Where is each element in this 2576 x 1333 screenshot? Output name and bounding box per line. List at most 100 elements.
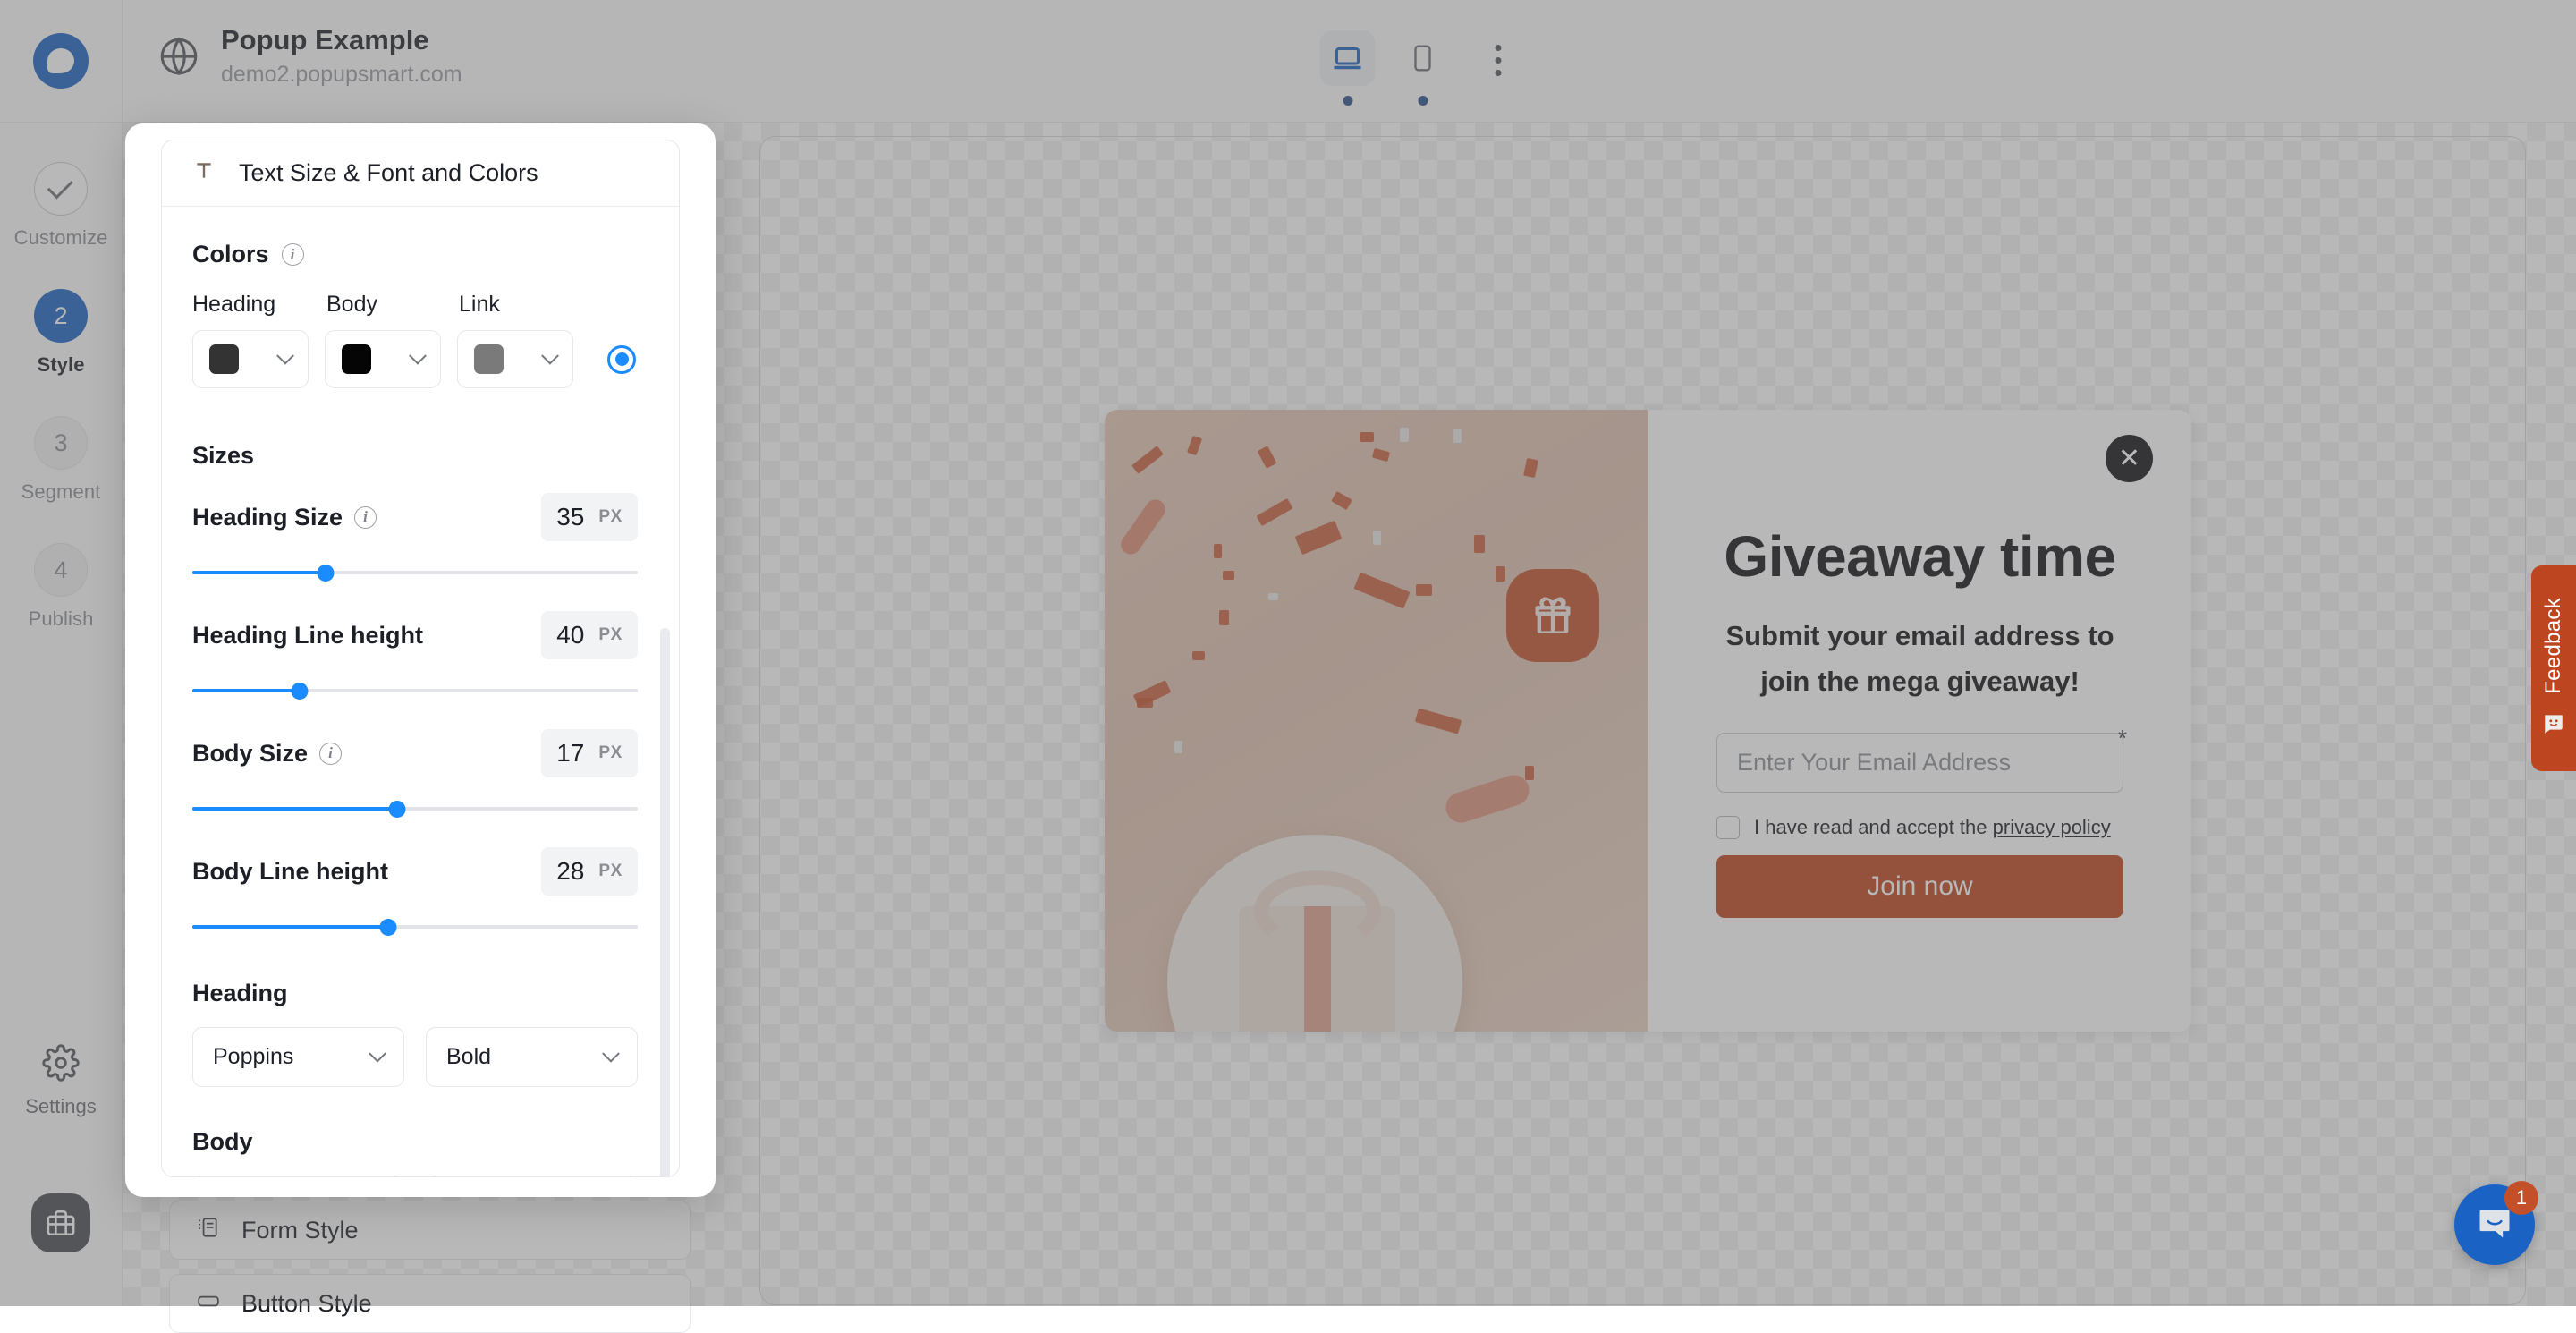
- color-swatch-heading: [209, 344, 239, 374]
- site-url: demo2.popupsmart.com: [221, 60, 462, 90]
- sidebar-settings-label: Settings: [25, 1095, 97, 1118]
- color-picker-heading[interactable]: [192, 330, 309, 388]
- size-unit: PX: [598, 507, 622, 527]
- sidebar-step-customize[interactable]: Customize: [0, 162, 122, 250]
- device-desktop[interactable]: [1320, 30, 1376, 106]
- consent-row: I have read and accept the privacy polic…: [1716, 816, 2123, 839]
- size-value: 17: [556, 739, 584, 768]
- globe-icon: [157, 34, 201, 79]
- device-mobile[interactable]: [1395, 30, 1451, 106]
- panel-body: Colors i Heading Body Link: [162, 207, 679, 1176]
- size-value: 28: [556, 857, 584, 886]
- color-pickers-row: [192, 330, 638, 388]
- colors-section-header: Colors i: [192, 241, 638, 268]
- heading-font-weight-select[interactable]: Bold: [426, 1027, 638, 1087]
- slider-heading-size[interactable]: [192, 561, 638, 584]
- sizes-label: Sizes: [192, 442, 254, 470]
- color-label-heading: Heading: [192, 292, 326, 318]
- size-label: Body Line height: [192, 858, 388, 886]
- gift-box-shape: [1239, 906, 1395, 1032]
- sidebar-step-style[interactable]: 2 Style: [0, 289, 122, 377]
- sizes-section-header: Sizes: [192, 442, 638, 470]
- color-mode-radio[interactable]: [607, 345, 636, 374]
- info-icon[interactable]: i: [282, 243, 304, 266]
- button-icon: [197, 1289, 220, 1319]
- color-picker-body[interactable]: [325, 330, 441, 388]
- text-format-icon: [192, 159, 216, 187]
- check-icon: [34, 162, 88, 216]
- required-indicator: *: [2118, 725, 2127, 752]
- size-row-heading-line-height: Heading Line height 40 PX: [192, 611, 638, 702]
- slider-heading-line-height[interactable]: [192, 679, 638, 702]
- size-unit: PX: [598, 862, 622, 881]
- popup-heading: Giveaway time: [1716, 523, 2123, 590]
- sidebar-step-publish[interactable]: 4 Publish: [0, 543, 122, 631]
- color-label-link: Link: [459, 292, 500, 318]
- color-picker-link[interactable]: [457, 330, 573, 388]
- site-info: Popup Example demo2.popupsmart.com: [157, 23, 462, 90]
- body-font-section-label: Body: [192, 1128, 638, 1156]
- heading-font-family-select[interactable]: Poppins: [192, 1027, 404, 1087]
- color-swatch-link: [474, 344, 504, 374]
- select-value: Bold: [446, 1044, 491, 1070]
- gear-icon: [42, 1044, 80, 1086]
- chevron-down-icon: [409, 346, 427, 364]
- popup-content-panel: ✕ Giveaway time Submit your email addres…: [1648, 410, 2191, 1032]
- gift-icon: [1506, 569, 1599, 662]
- popup-preview-card[interactable]: ✕ Giveaway time Submit your email addres…: [1105, 410, 2191, 1032]
- accordion-row-form-style[interactable]: Form Style: [169, 1201, 691, 1260]
- info-icon[interactable]: i: [319, 743, 342, 765]
- panel-title: Text Size & Font and Colors: [239, 159, 538, 187]
- sidebar-step-label: Style: [37, 353, 84, 377]
- app-logo[interactable]: [0, 0, 122, 123]
- feedback-tab[interactable]: Feedback: [2531, 565, 2576, 771]
- heading-font-row: Poppins Bold: [192, 1027, 638, 1087]
- size-row-body-line-height: Body Line height 28 PX: [192, 847, 638, 938]
- accordion-row-button-style[interactable]: Button Style: [169, 1274, 691, 1333]
- sidebar-step-label: Publish: [29, 607, 94, 631]
- privacy-policy-link[interactable]: privacy policy: [1993, 816, 2111, 838]
- step-badge: 3: [34, 416, 88, 470]
- feedback-label: Feedback: [2541, 598, 2566, 694]
- size-label: Heading Size: [192, 504, 343, 531]
- accordion-label: Button Style: [242, 1290, 372, 1318]
- info-icon[interactable]: i: [354, 506, 377, 529]
- sidebar-step-segment[interactable]: 3 Segment: [0, 416, 122, 504]
- popupsmart-logo-icon: [33, 33, 89, 89]
- mobile-icon: [1395, 30, 1451, 86]
- size-value-box[interactable]: 35 PX: [541, 493, 638, 541]
- size-value-box[interactable]: 17 PX: [541, 729, 638, 777]
- slider-body-line-height[interactable]: [192, 915, 638, 938]
- slider-body-size[interactable]: [192, 797, 638, 820]
- popup-image-panel: [1105, 410, 1648, 1032]
- sidebar-step-label: Customize: [14, 226, 108, 250]
- size-unit: PX: [598, 625, 622, 645]
- panel-header: Text Size & Font and Colors: [162, 140, 679, 207]
- close-icon[interactable]: ✕: [2106, 435, 2153, 482]
- kebab-menu-icon[interactable]: [1496, 45, 1502, 76]
- size-unit: PX: [598, 743, 622, 763]
- color-swatch-body: [342, 344, 371, 374]
- size-value-box[interactable]: 28 PX: [541, 847, 638, 896]
- briefcase-icon[interactable]: [31, 1193, 90, 1252]
- step-badge: 2: [34, 289, 88, 343]
- device-indicator-dot: [1343, 96, 1352, 106]
- email-input[interactable]: [1716, 733, 2123, 793]
- consent-checkbox[interactable]: [1716, 816, 1740, 839]
- step-badge: 4: [34, 543, 88, 597]
- sidebar-briefcase: [0, 1193, 122, 1252]
- device-switcher: [1320, 30, 1502, 106]
- page-title: Popup Example: [221, 23, 462, 58]
- join-now-button[interactable]: Join now: [1716, 855, 2123, 918]
- intercom-unread-badge: 1: [2504, 1181, 2538, 1215]
- device-indicator-dot: [1418, 96, 1428, 106]
- size-row-heading-size: Heading Size i 35 PX: [192, 493, 638, 584]
- panel-scrollbar[interactable]: [660, 628, 670, 1177]
- email-field-wrapper: *: [1716, 733, 2123, 793]
- intercom-launcher[interactable]: 1: [2454, 1184, 2535, 1265]
- consent-label: I have read and accept the privacy polic…: [1754, 816, 2111, 839]
- size-label: Heading Line height: [192, 622, 423, 650]
- sidebar-item-settings[interactable]: Settings: [0, 1044, 122, 1118]
- heading-font-section-label: Heading: [192, 980, 638, 1007]
- size-value-box[interactable]: 40 PX: [541, 611, 638, 659]
